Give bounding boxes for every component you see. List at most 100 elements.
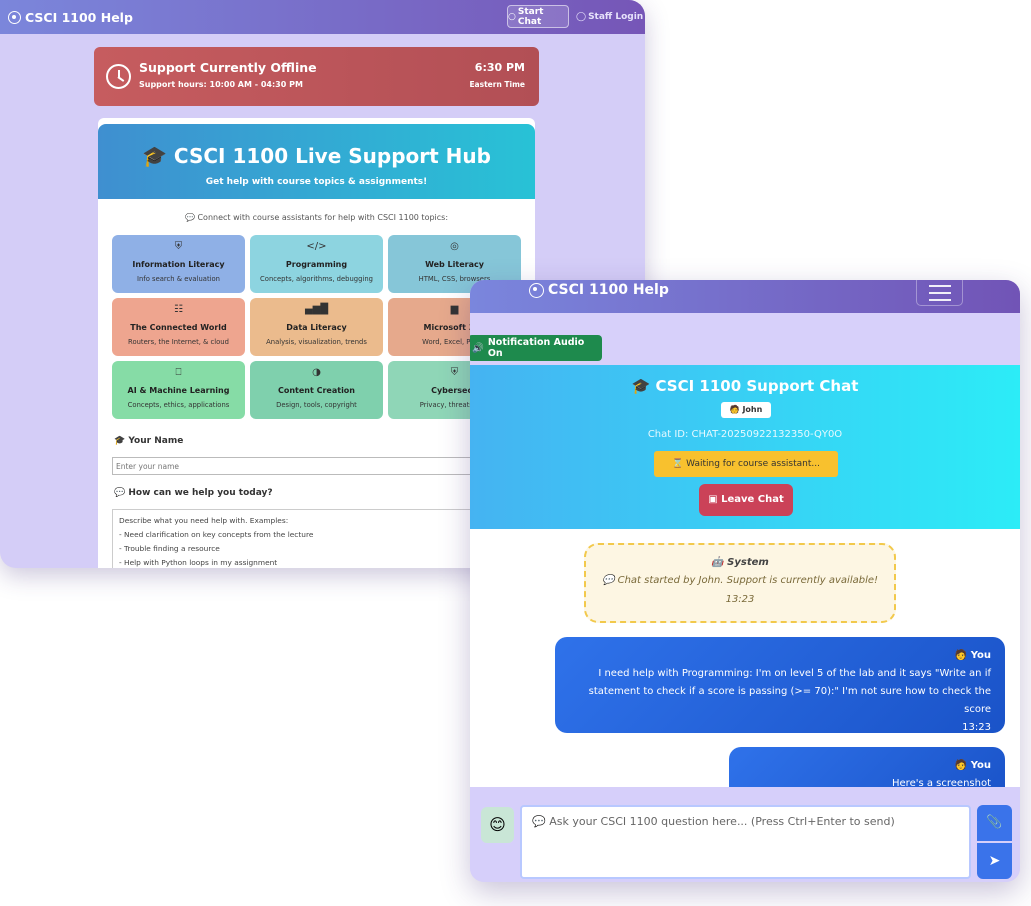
chat-header: 🎓 CSCI 1100 Support Chat 🧑 John Chat ID:… xyxy=(470,365,1020,529)
chat-title-text: CSCI 1100 Support Chat xyxy=(655,377,859,395)
topic-description: Concepts, ethics, applications xyxy=(127,401,230,409)
topic-card[interactable]: ▄▆█ Data Literacy Analysis, visualization,… xyxy=(250,298,383,356)
robot-icon: ⎕ xyxy=(175,367,182,378)
speech-bubble-icon: 💬 xyxy=(184,213,195,222)
hourglass-icon: ⌛ xyxy=(672,459,684,469)
navbar-brand[interactable]: CSCI 1100 Help xyxy=(8,10,133,25)
connect-text-label: Connect with course assistants for help … xyxy=(197,213,449,222)
help-placeholder-line: - Trouble finding a resource xyxy=(119,544,220,553)
chat-navbar: CSCI 1100 Help xyxy=(470,280,1020,313)
chat-input-bar: 😊 💬 Ask your CSCI 1100 question here... … xyxy=(470,787,1020,882)
chart-icon: ▄▆█ xyxy=(304,304,329,315)
hamburger-menu-button[interactable] xyxy=(916,280,963,306)
clock-icon xyxy=(106,64,131,89)
menu-line xyxy=(929,292,951,294)
current-time: 6:30 PM xyxy=(474,61,525,74)
topic-description: Design, tools, copyright xyxy=(276,401,357,409)
shield-icon: ⛨ xyxy=(174,241,183,252)
system-sender: 🤖 System xyxy=(586,557,894,568)
topic-title: Web Literacy xyxy=(425,260,484,269)
leave-chat-label: Leave Chat xyxy=(721,494,784,505)
shield-icon: ◯ xyxy=(576,11,587,22)
system-message: 🤖 System 💬 Chat started by John. Support… xyxy=(584,543,896,623)
notification-audio-badge[interactable]: 🔊 Notification Audio On xyxy=(470,335,602,361)
topic-title: The Connected World xyxy=(130,323,227,332)
timezone-label: Eastern Time xyxy=(469,80,525,89)
topic-description: Analysis, visualization, trends xyxy=(266,338,367,346)
brand-label: CSCI 1100 Help xyxy=(25,9,133,25)
waiting-status: ⌛ Waiting for course assistant... xyxy=(654,451,838,477)
hub-title: 🎓 CSCI 1100 Live Support Hub xyxy=(98,144,535,168)
connect-text: 💬 Connect with course assistants for hel… xyxy=(98,213,535,222)
help-placeholder-line: - Help with Python loops in my assignmen… xyxy=(119,558,278,567)
user-icon: 🧑 xyxy=(729,405,740,414)
user-icon: 🧑 xyxy=(954,760,968,771)
navbar-brand[interactable]: CSCI 1100 Help xyxy=(529,282,669,298)
topic-title: AI & Machine Learning xyxy=(127,386,230,395)
leave-chat-button[interactable]: ▣ Leave Chat xyxy=(699,484,793,516)
topic-description: Concepts, algorithms, debugging xyxy=(260,275,373,283)
help-label-text: How can we help you today? xyxy=(128,488,273,498)
help-label: 💬 How can we help you today? xyxy=(114,488,273,498)
start-chat-button[interactable]: ○ Start Chat xyxy=(507,5,569,28)
speech-bubble-icon: 💬 xyxy=(601,575,615,586)
graduation-cap-icon: 🎓 xyxy=(114,436,126,446)
message-time: 13:23 xyxy=(962,722,991,733)
offline-banner: Support Currently Offline Support hours:… xyxy=(94,47,539,106)
attach-file-button[interactable]: 📎 xyxy=(977,805,1012,841)
brand-label: CSCI 1100 Help xyxy=(548,282,669,298)
help-textarea[interactable]: Describe what you need help with. Exampl… xyxy=(112,509,522,568)
message-sender-label: You xyxy=(970,650,991,661)
message-sender-label: You xyxy=(970,760,991,771)
topic-description: Routers, the Internet, & cloud xyxy=(128,338,229,346)
code-icon: </> xyxy=(306,241,327,252)
message-list[interactable]: 🤖 System 💬 Chat started by John. Support… xyxy=(470,529,1020,787)
hub-subtitle: Get help with course topics & assignment… xyxy=(205,177,428,187)
speech-bubble-icon: 💬 xyxy=(114,488,126,498)
door-icon: ▣ xyxy=(708,494,718,505)
chat-id: Chat ID: CHAT-20250922132350-QY0O xyxy=(647,429,843,440)
send-button[interactable]: ➤ xyxy=(977,843,1012,879)
palette-icon: ◑ xyxy=(312,367,321,378)
message-input[interactable]: 💬 Ask your CSCI 1100 question here... (P… xyxy=(520,805,971,879)
staff-login-label: Staff Login xyxy=(588,11,644,22)
topic-card[interactable]: ◑ Content Creation Design, tools, copyrigh… xyxy=(250,361,383,419)
system-sender-label: System xyxy=(727,557,769,568)
top-navbar: CSCI 1100 Help ○ Start Chat ◯ Staff Logi… xyxy=(0,0,645,34)
menu-line xyxy=(929,299,951,301)
topic-title: Data Literacy xyxy=(286,323,347,332)
robot-icon: 🤖 xyxy=(711,557,724,568)
topic-card[interactable]: ⛨ Information Literacy Info search & evalu… xyxy=(112,235,245,293)
emoji-button[interactable]: 😊 xyxy=(481,807,514,843)
topic-card[interactable]: ⎕ AI & Machine Learning Concepts, ethics, … xyxy=(112,361,245,419)
user-badge: 🧑 John xyxy=(721,402,771,418)
user-name: John xyxy=(742,405,763,414)
globe-icon: ◎ xyxy=(450,241,459,252)
audio-badge-label: Notification Audio On xyxy=(487,337,585,359)
support-chat-window: CSCI 1100 Help 🔊 Notification Audio On 🎓… xyxy=(470,280,1020,882)
hub-title-text: CSCI 1100 Live Support Hub xyxy=(173,144,491,168)
topic-title: Programming xyxy=(285,260,348,269)
help-placeholder-line: - Need clarification on key concepts fro… xyxy=(119,530,314,539)
help-placeholder-line: Describe what you need help with. Exampl… xyxy=(119,516,289,525)
name-label-text: Your Name xyxy=(128,436,184,446)
topic-card[interactable]: </> Programming Concepts, algorithms, debu… xyxy=(250,235,383,293)
support-hours: Support hours: 10:00 AM - 04:30 PM xyxy=(139,80,303,89)
paperclip-icon: 📎 xyxy=(986,815,1003,830)
topic-card[interactable]: ☷ The Connected World Routers, the Interne… xyxy=(112,298,245,356)
chat-bubble-icon xyxy=(8,10,21,24)
graduation-cap-icon: 🎓 xyxy=(142,144,167,168)
message-text: Here's a screenshot xyxy=(892,778,991,787)
staff-login-link[interactable]: ◯ Staff Login xyxy=(576,5,643,28)
message-text: I need help with Programming: I'm on lev… xyxy=(588,668,991,715)
user-icon: 🧑 xyxy=(954,650,968,661)
message-sender: 🧑 You xyxy=(569,647,991,665)
name-input[interactable] xyxy=(112,457,522,475)
system-text: 💬 Chat started by John. Support is curre… xyxy=(586,575,894,586)
system-time: 13:23 xyxy=(725,594,755,605)
topic-title: Content Creation xyxy=(277,386,355,395)
message-input-placeholder: Ask your CSCI 1100 question here... (Pre… xyxy=(549,815,895,828)
speech-bubble-icon: 💬 xyxy=(532,815,546,828)
chat-title: 🎓 CSCI 1100 Support Chat xyxy=(470,377,1020,395)
message-sender: 🧑 You xyxy=(743,757,991,775)
